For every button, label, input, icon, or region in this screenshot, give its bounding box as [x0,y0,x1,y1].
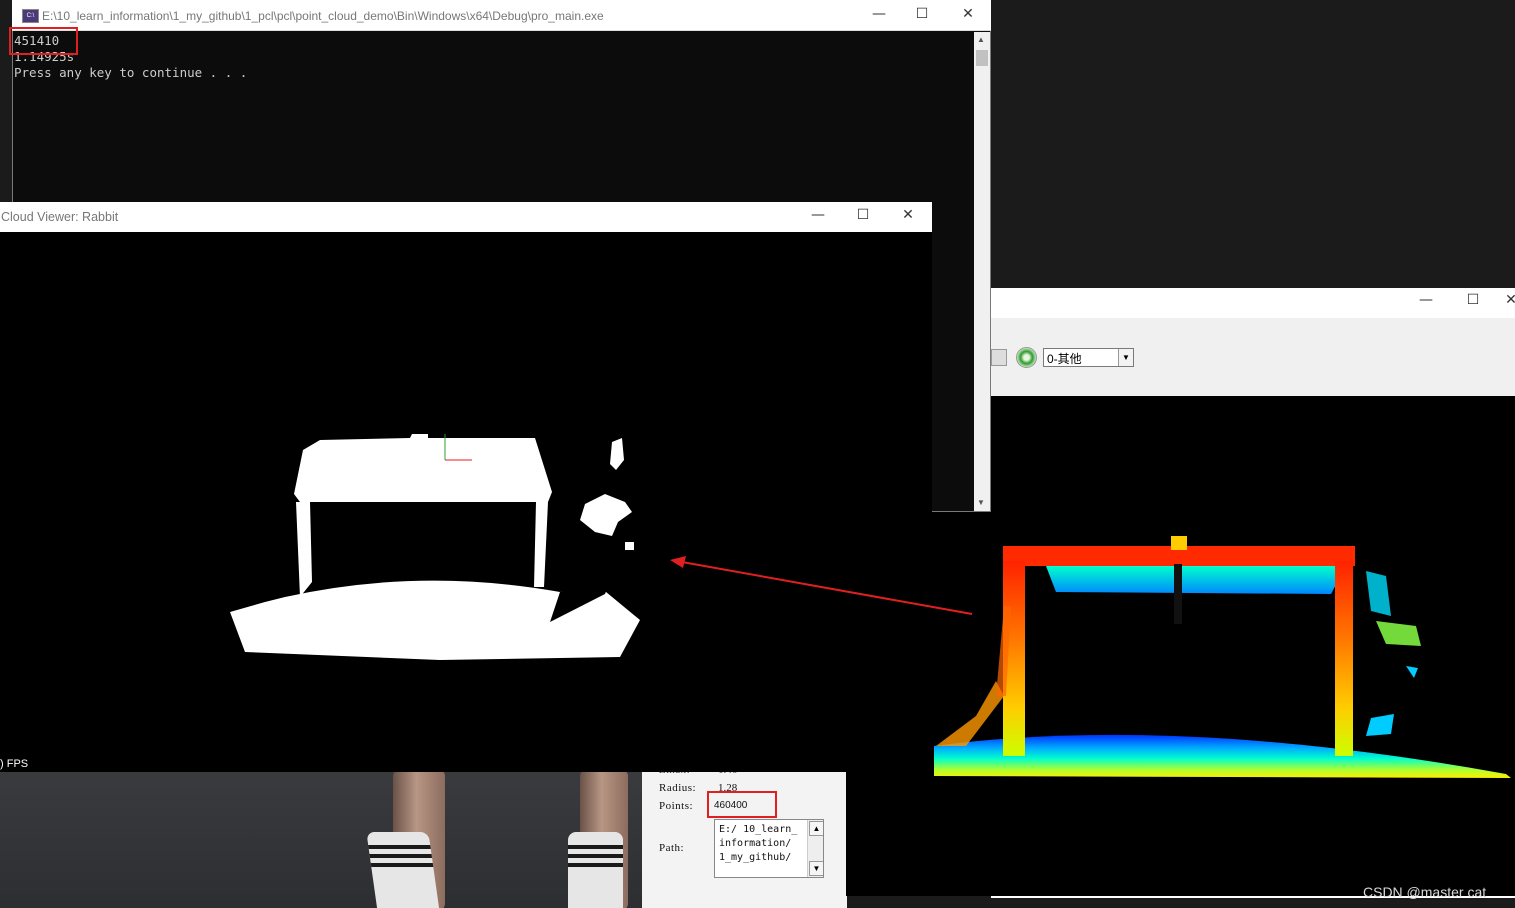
console-minimize-button[interactable]: — [869,6,889,22]
rabbit-minimize-button[interactable]: — [808,207,828,223]
photo-sock-right [568,832,623,908]
scatter-points-small [1406,666,1418,678]
scroll-down-icon[interactable]: ▼ [977,498,985,507]
console-scroll-thumb[interactable] [976,50,988,66]
table-underside-points [1046,566,1346,594]
path-label: Path: [659,842,685,854]
viewer2-minimize-button[interactable]: — [1416,292,1436,308]
scatter-points-box [1376,621,1421,646]
scroll-down-icon[interactable]: ▼ [809,861,823,876]
rabbit-viewer-titlebar: Cloud Viewer: Rabbit — ☐ ✕ [0,202,932,232]
table-shadow [1174,564,1182,624]
cloud-render-icon[interactable] [1016,347,1037,368]
scatter-points-right [1366,571,1391,616]
rabbit-close-button[interactable]: ✕ [898,207,918,223]
chevron-down-icon[interactable]: ▼ [1118,349,1133,366]
toolbar-label-icon[interactable] [991,349,1007,366]
fps-counter: ) FPS [0,758,29,770]
console-title: E:\10_learn_information\1_my_github\1_pc… [42,9,604,23]
console-app-icon: C:\ [22,9,39,23]
category-combo[interactable]: 0-其他 ▼ [1043,348,1134,367]
path-textarea[interactable]: E:/ 10_learn_information/ 1_my_github/ ▲… [714,819,824,878]
viewer2-titlebar: — ☐ ✕ [991,288,1515,318]
points-highlight-box [707,791,777,818]
radius-label: Radius: [659,782,697,794]
cluster-middle [580,494,632,536]
console-line-time: 1.14925s [14,49,75,64]
photo-sock-left [366,832,440,908]
category-combo-value: 0-其他 [1047,352,1082,366]
scatter-points-left [936,681,1004,746]
console-scrollbar[interactable]: ▲ ▼ [974,32,990,511]
table-leg-left-silhouette [296,502,312,597]
wallpaper-photo [0,770,645,908]
small-object-points [1171,536,1187,550]
console-close-button[interactable]: ✕ [958,6,978,22]
table-top-silhouette [294,434,552,502]
console-titlebar: C:\ E:\10_learn_information\1_my_github\… [12,0,991,31]
console-line-prompt: Press any key to continue . . . [14,65,248,80]
rabbit-viewer-window[interactable] [0,202,932,772]
path-value: E:/ 10_learn_information/ 1_my_github/ [719,824,798,863]
console-maximize-button[interactable]: ☐ [912,6,932,22]
scroll-up-icon[interactable]: ▲ [977,35,985,44]
viewer2-close-button[interactable]: ✕ [1505,292,1515,308]
rabbit-viewer-title: Cloud Viewer: Rabbit [1,210,119,224]
count-highlight-box [9,27,78,55]
scroll-up-icon[interactable]: ▲ [809,821,823,836]
table-leg-right [1335,561,1353,756]
points-label: Points: [659,800,694,812]
cluster-small [625,542,634,550]
rabbit-maximize-button[interactable]: ☐ [853,207,873,223]
white-point-cloud [230,434,640,660]
path-scrollbar[interactable]: ▲ ▼ [807,820,823,877]
scatter-points-lower [1366,714,1394,736]
cluster-upper [610,438,624,470]
table-leg-right-silhouette [534,502,548,587]
viewer2-maximize-button[interactable]: ☐ [1463,292,1483,308]
watermark-text: CSDN @master cat [1363,884,1487,900]
console-line-count: 451410 [14,33,60,48]
